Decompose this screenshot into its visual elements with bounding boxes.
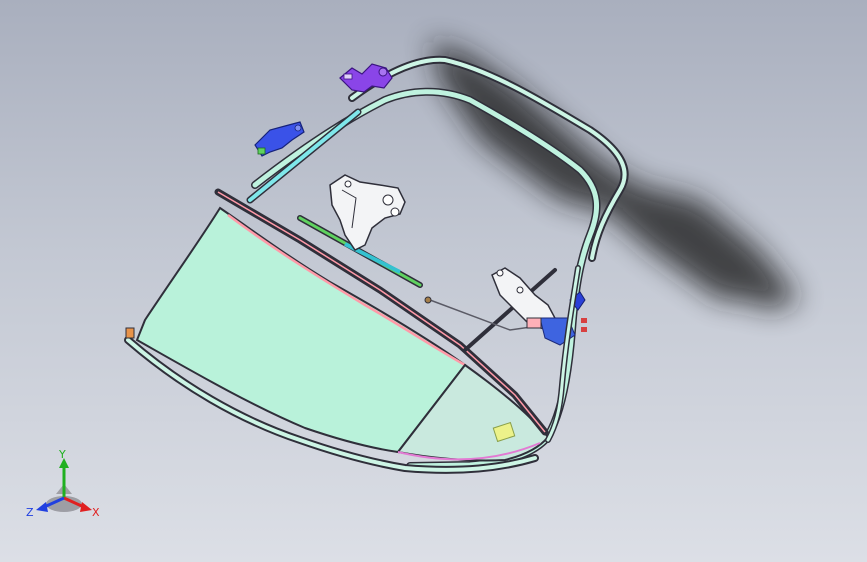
frame-end-cap: [125, 327, 135, 339]
y-axis-label: Y: [58, 448, 66, 461]
3d-viewport[interactable]: Y X Z: [0, 0, 867, 562]
pivot-point: [424, 296, 432, 304]
purple-clip[interactable]: [339, 63, 393, 93]
z-axis-label: Z: [26, 506, 34, 519]
model-scene[interactable]: [0, 0, 867, 562]
x-axis-label: X: [92, 506, 100, 519]
orientation-triad[interactable]: Y X Z: [22, 446, 112, 526]
cast-shadow: [430, 40, 800, 310]
